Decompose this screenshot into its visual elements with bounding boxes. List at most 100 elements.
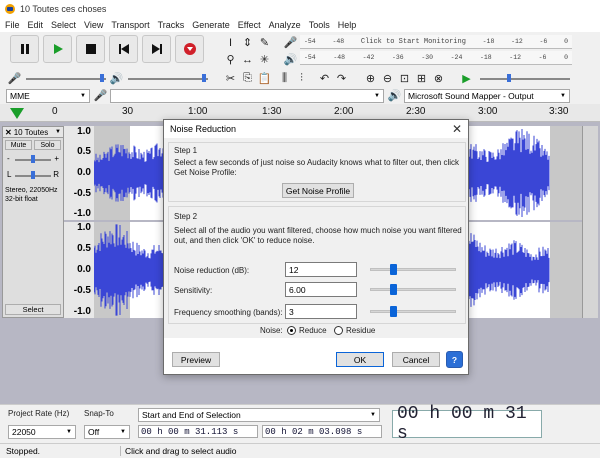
- zoom-tool-icon[interactable]: ⚲: [222, 51, 239, 68]
- pan-right-label: R: [53, 170, 59, 179]
- menu-generate[interactable]: Generate: [192, 20, 230, 30]
- trim-icon[interactable]: ⫼: [276, 70, 293, 87]
- menu-edit[interactable]: Edit: [28, 20, 44, 30]
- solo-button[interactable]: Solo: [34, 140, 61, 150]
- status-text: Stopped.: [6, 446, 41, 456]
- project-rate-select[interactable]: 22050 ▼: [8, 425, 76, 439]
- mute-button[interactable]: Mute: [5, 140, 32, 150]
- skip-to-start-button[interactable]: [109, 35, 138, 63]
- title-bar: 10 Toutes ces choses: [0, 0, 600, 18]
- menu-select[interactable]: Select: [51, 20, 76, 30]
- reduce-radio[interactable]: [287, 326, 296, 335]
- gain-knob[interactable]: [31, 155, 35, 163]
- audio-host-select[interactable]: MME ▼: [6, 89, 90, 103]
- play-icon: [53, 44, 63, 54]
- microphone-icon[interactable]: 🎤: [282, 34, 299, 51]
- help-icon[interactable]: ?: [446, 351, 463, 368]
- menu-tools[interactable]: Tools: [309, 20, 330, 30]
- track-close-icon[interactable]: ✕: [5, 128, 12, 137]
- frequency-smoothing-slider-thumb[interactable]: [390, 306, 397, 317]
- noise-reduction-slider-thumb[interactable]: [390, 264, 397, 275]
- recording-volume-slider[interactable]: [26, 78, 106, 80]
- playback-meter[interactable]: -54 -48 -42 -36 -30 -24 -18 -12 -6 0: [300, 51, 572, 65]
- sensitivity-label: Sensitivity:: [174, 286, 213, 295]
- menu-transport[interactable]: Transport: [111, 20, 149, 30]
- paste-icon[interactable]: 📋: [256, 70, 273, 87]
- play-button[interactable]: [43, 35, 72, 63]
- stop-button[interactable]: [76, 35, 105, 63]
- fit-selection-icon[interactable]: ⊡: [396, 70, 413, 87]
- redo-icon[interactable]: ↷: [333, 70, 350, 87]
- get-noise-profile-button[interactable]: Get Noise Profile: [282, 183, 354, 198]
- sensitivity-input[interactable]: 6.00: [285, 282, 357, 297]
- selection-tool-icon[interactable]: I: [222, 34, 239, 51]
- snap-to-select[interactable]: Off ▼: [84, 425, 130, 439]
- playback-volume-icon: 🔊: [109, 73, 124, 85]
- audio-position-display[interactable]: 00 h 00 m 31 s: [392, 404, 542, 444]
- frequency-smoothing-slider[interactable]: [370, 310, 456, 313]
- close-icon[interactable]: ✕: [452, 122, 462, 136]
- record-button[interactable]: [175, 35, 204, 63]
- menu-bar: File Edit Select View Transport Tracks G…: [0, 18, 600, 32]
- recording-volume-knob[interactable]: [100, 74, 104, 82]
- stop-icon: [85, 44, 96, 54]
- reduce-radio-label[interactable]: Reduce: [299, 326, 327, 336]
- track-menu-icon[interactable]: ▼: [55, 129, 61, 135]
- playback-device-select[interactable]: Microsoft Sound Mapper - Output ▼: [404, 89, 570, 103]
- play-head-icon: [10, 108, 24, 119]
- selection-end-time[interactable]: 00 h 02 m 03.098 s: [262, 425, 382, 438]
- zoom-out-icon[interactable]: ⊖: [379, 70, 396, 87]
- menu-view[interactable]: View: [84, 20, 103, 30]
- frequency-smoothing-input[interactable]: 3: [285, 304, 357, 319]
- cut-icon[interactable]: ✂: [222, 70, 239, 87]
- noise-reduction-slider[interactable]: [370, 268, 456, 271]
- skip-to-end-button[interactable]: [142, 35, 171, 63]
- menu-effect[interactable]: Effect: [238, 20, 261, 30]
- vertical-scrollbar[interactable]: [582, 126, 598, 318]
- zoom-in-icon[interactable]: ⊕: [362, 70, 379, 87]
- pan-knob[interactable]: [31, 171, 35, 179]
- ruler-tick: 1:00: [188, 106, 208, 117]
- speaker-icon[interactable]: 🔊: [282, 51, 299, 68]
- cancel-button[interactable]: Cancel: [392, 352, 440, 367]
- selection-mode-select[interactable]: Start and End of Selection ▼: [138, 408, 380, 422]
- output-device-icon: 🔊: [387, 90, 402, 102]
- envelope-tool-icon[interactable]: ⇕: [239, 34, 256, 51]
- recording-volume-icon: 🎤: [7, 73, 22, 85]
- pause-button[interactable]: [10, 35, 39, 63]
- time-shift-tool-icon[interactable]: ↔: [239, 51, 256, 68]
- noise-reduction-input[interactable]: 12: [285, 262, 357, 277]
- ruler-tick: 2:00: [334, 106, 354, 117]
- residue-radio-label[interactable]: Residue: [346, 326, 375, 336]
- preview-button[interactable]: Preview: [172, 352, 220, 367]
- selection-start-time[interactable]: 00 h 00 m 31.113 s: [138, 425, 258, 438]
- track-name[interactable]: 10 Toutes: [14, 128, 49, 137]
- play-at-speed-icon[interactable]: ▶: [458, 70, 475, 87]
- ok-button[interactable]: OK: [336, 352, 384, 367]
- fit-project-icon[interactable]: ⊞: [413, 70, 430, 87]
- menu-help[interactable]: Help: [338, 20, 357, 30]
- playback-volume-slider[interactable]: [128, 78, 208, 80]
- gain-plus-label: +: [54, 154, 59, 163]
- sensitivity-slider-thumb[interactable]: [390, 284, 397, 295]
- step2-label: Step 2: [174, 212, 198, 221]
- record-icon: [183, 43, 196, 55]
- residue-radio[interactable]: [334, 326, 343, 335]
- silence-icon[interactable]: ⫶: [293, 70, 310, 87]
- recording-device-select[interactable]: ▼: [110, 89, 384, 103]
- record-meter[interactable]: -54 -48 Click to Start Monitoring -18 -1…: [300, 35, 572, 49]
- play-speed-slider[interactable]: [480, 78, 570, 80]
- playback-volume-knob[interactable]: [202, 74, 206, 82]
- play-speed-knob[interactable]: [507, 74, 511, 82]
- sensitivity-slider[interactable]: [370, 288, 456, 291]
- zoom-toggle-icon[interactable]: ⊗: [430, 70, 447, 87]
- menu-analyze[interactable]: Analyze: [269, 20, 301, 30]
- menu-tracks[interactable]: Tracks: [158, 20, 185, 30]
- track-select-button[interactable]: Select: [5, 304, 61, 315]
- menu-file[interactable]: File: [5, 20, 20, 30]
- multi-tool-icon[interactable]: ✳: [256, 51, 273, 68]
- undo-icon[interactable]: ↶: [316, 70, 333, 87]
- start-monitoring-text[interactable]: Click to Start Monitoring: [361, 38, 466, 46]
- draw-tool-icon[interactable]: ✎: [256, 34, 273, 51]
- copy-icon[interactable]: ⎘: [239, 70, 256, 87]
